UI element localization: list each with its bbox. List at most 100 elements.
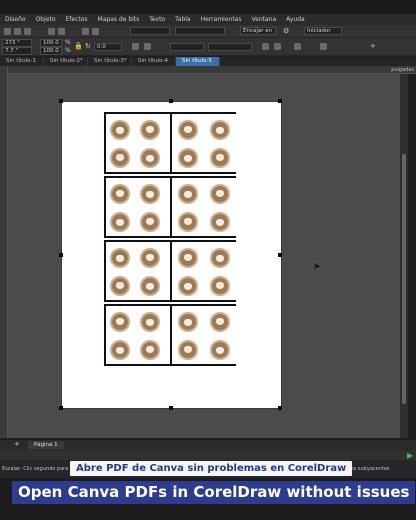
sticker-image bbox=[110, 276, 130, 296]
horizontal-scrollbar[interactable] bbox=[0, 450, 416, 460]
menu-item[interactable]: Tabla bbox=[170, 16, 196, 23]
sticker-image bbox=[210, 148, 230, 168]
arrow-cursor-icon: ➤ bbox=[313, 262, 321, 272]
sticker-sheet-block[interactable] bbox=[104, 304, 236, 366]
sticker-sheet-block[interactable] bbox=[104, 112, 236, 174]
sticker-image bbox=[140, 184, 160, 204]
block-divider bbox=[170, 176, 172, 238]
import-icon[interactable] bbox=[82, 28, 89, 35]
sticker-image bbox=[178, 276, 198, 296]
y-position-field[interactable]: 7.7 " bbox=[2, 47, 32, 55]
rotate-icon[interactable]: ↻ bbox=[85, 42, 91, 50]
sticker-image bbox=[178, 212, 198, 232]
block-divider bbox=[170, 240, 172, 302]
menu-item[interactable]: Ayuda bbox=[281, 16, 310, 23]
ungroup-icon[interactable] bbox=[274, 43, 281, 50]
sticker-image bbox=[178, 340, 198, 360]
menu-item[interactable]: Objeto bbox=[31, 16, 61, 23]
view-select[interactable] bbox=[175, 27, 225, 35]
sticker-image bbox=[178, 312, 198, 332]
sticker-sheet-block[interactable] bbox=[104, 176, 236, 238]
new-file-icon[interactable] bbox=[4, 28, 11, 35]
horizontal-ruler[interactable]: pulgadas bbox=[8, 66, 416, 74]
tab-document-3[interactable]: Sin título-3* bbox=[88, 57, 132, 66]
order-icon[interactable] bbox=[320, 43, 327, 50]
page-tab[interactable]: Página 1 bbox=[28, 441, 64, 449]
add-icon[interactable]: + bbox=[370, 42, 376, 50]
gear-icon[interactable]: ⚙ bbox=[283, 27, 289, 35]
menu-item[interactable]: Herramientas bbox=[196, 16, 247, 23]
lock-icon[interactable]: 🔒 bbox=[74, 42, 83, 50]
add-page-button[interactable]: + bbox=[14, 441, 20, 448]
zoom-select[interactable] bbox=[130, 27, 170, 35]
spanish-caption: Abre PDF de Canva sin problemas en Corel… bbox=[70, 461, 353, 476]
menu-item[interactable]: Texto bbox=[144, 16, 170, 23]
english-caption: Open Canva PDFs in CorelDraw without iss… bbox=[12, 481, 416, 504]
sticker-image bbox=[210, 184, 230, 204]
selection-handle[interactable] bbox=[169, 99, 173, 103]
snap-select[interactable]: Encajar en bbox=[240, 27, 276, 35]
sticker-image bbox=[140, 148, 160, 168]
mirror-h-icon[interactable] bbox=[132, 43, 139, 50]
sticker-image bbox=[140, 212, 160, 232]
sticker-image bbox=[210, 248, 230, 268]
sticker-image bbox=[110, 148, 130, 168]
selection-handle[interactable] bbox=[59, 406, 63, 410]
sticker-image bbox=[210, 340, 230, 360]
menu-item[interactable]: Mapas de bits bbox=[93, 16, 145, 23]
selection-handle[interactable] bbox=[59, 99, 63, 103]
menu-item[interactable]: Efectos bbox=[61, 16, 93, 23]
selection-handle[interactable] bbox=[278, 253, 282, 257]
undo-icon[interactable] bbox=[48, 28, 55, 35]
launcher-select[interactable]: Iniciador bbox=[304, 27, 342, 35]
width-scale-field[interactable]: 100.0 bbox=[40, 39, 62, 47]
block-divider bbox=[170, 304, 172, 366]
sticker-image bbox=[140, 120, 160, 140]
menu-item[interactable]: Diseño bbox=[0, 16, 31, 23]
tab-document-4[interactable]: Sin título-4 bbox=[132, 57, 176, 66]
sticker-image bbox=[210, 276, 230, 296]
save-icon[interactable] bbox=[24, 28, 31, 35]
outline-style-select[interactable] bbox=[170, 43, 204, 51]
ruler-unit-label: pulgadas bbox=[391, 67, 414, 73]
scrollbar-thumb[interactable] bbox=[402, 154, 406, 404]
property-bar: 273 " 7.7 " 100.0 100.0 % % 🔒 ↻ 0.0 + bbox=[0, 38, 416, 56]
sticker-sheet-block[interactable] bbox=[104, 240, 236, 302]
group-icon[interactable] bbox=[262, 43, 269, 50]
tab-document-1[interactable]: Sin título-1 bbox=[0, 57, 44, 66]
height-scale-field[interactable]: 100.0 bbox=[40, 47, 62, 55]
sticker-image bbox=[110, 248, 130, 268]
percent-label: % bbox=[65, 47, 71, 54]
sticker-image bbox=[140, 248, 160, 268]
selection-handle[interactable] bbox=[278, 406, 282, 410]
sticker-image bbox=[210, 212, 230, 232]
x-position-field[interactable]: 273 " bbox=[2, 39, 32, 47]
document-tabs: Sin título-1 Sin título-2* Sin título-3*… bbox=[0, 57, 416, 66]
tab-document-5[interactable]: Sin título-5 bbox=[176, 57, 220, 66]
export-icon[interactable] bbox=[92, 28, 99, 35]
sticker-image bbox=[110, 212, 130, 232]
mirror-v-icon[interactable] bbox=[144, 43, 151, 50]
selection-handle[interactable] bbox=[169, 406, 173, 410]
sticker-image bbox=[178, 120, 198, 140]
sticker-image bbox=[110, 120, 130, 140]
play-icon[interactable]: ▶ bbox=[407, 452, 413, 460]
vertical-scrollbar[interactable] bbox=[400, 74, 408, 438]
sticker-image bbox=[110, 340, 130, 360]
selection-handle[interactable] bbox=[59, 253, 63, 257]
menu-item[interactable]: Ventana bbox=[246, 16, 281, 23]
vertical-ruler[interactable] bbox=[0, 66, 8, 438]
sticker-image bbox=[140, 276, 160, 296]
tab-document-2[interactable]: Sin título-2* bbox=[44, 57, 88, 66]
percent-label: % bbox=[65, 39, 71, 46]
redo-icon[interactable] bbox=[58, 28, 65, 35]
sticker-image bbox=[140, 340, 160, 360]
rotation-field[interactable]: 0.0 bbox=[94, 43, 122, 51]
sticker-image bbox=[178, 248, 198, 268]
selection-handle[interactable] bbox=[278, 99, 282, 103]
sticker-image bbox=[140, 312, 160, 332]
align-icon[interactable] bbox=[294, 43, 301, 50]
open-icon[interactable] bbox=[14, 28, 21, 35]
sticker-image bbox=[178, 148, 198, 168]
outline-width-select[interactable] bbox=[208, 43, 252, 51]
